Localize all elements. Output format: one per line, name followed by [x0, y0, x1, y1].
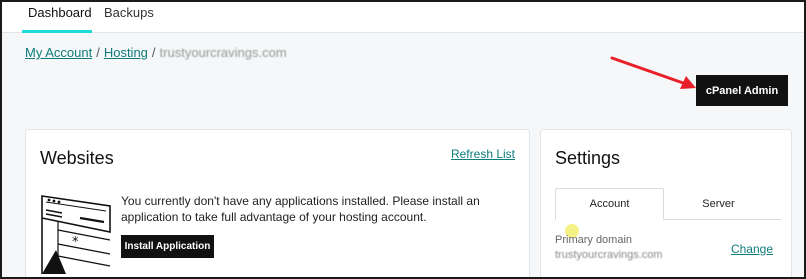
tab-account[interactable]: Account [555, 188, 664, 220]
empty-state-illustration: * [41, 195, 111, 274]
primary-domain-value: trustyourcravings.com [555, 249, 663, 261]
change-domain-link[interactable]: Change [731, 242, 773, 256]
refresh-list-link[interactable]: Refresh List [451, 147, 515, 161]
svg-text:*: * [72, 235, 79, 250]
breadcrumb-hosting[interactable]: Hosting [104, 45, 148, 60]
install-application-button[interactable]: Install Application [121, 235, 214, 258]
tab-server[interactable]: Server [664, 188, 773, 220]
breadcrumb: My Account / Hosting / trustyourcravings.com [25, 45, 287, 60]
breadcrumb-separator: / [151, 45, 156, 60]
tab-backups[interactable]: Backups [104, 4, 154, 22]
breadcrumb-my-account[interactable]: My Account [25, 45, 92, 60]
breadcrumb-current-domain: trustyourcravings.com [159, 45, 287, 60]
breadcrumb-separator: / [96, 45, 100, 60]
websites-title: Websites [40, 148, 114, 168]
primary-domain-label: Primary domain [555, 234, 633, 246]
settings-title: Settings [555, 148, 621, 168]
tab-dashboard[interactable]: Dashboard [28, 4, 92, 22]
websites-card: Websites Refresh List * You currently do… [25, 129, 530, 277]
settings-tabs: Account Server [555, 188, 781, 220]
cpanel-admin-button[interactable]: cPanel Admin [696, 75, 788, 106]
settings-card: Settings Account Server Primary domain t… [540, 129, 792, 277]
no-applications-message: You currently don't have any application… [121, 194, 480, 224]
active-tab-indicator [22, 30, 92, 33]
top-nav: Dashboard Backups [2, 2, 804, 33]
red-arrow-icon [610, 56, 696, 89]
app-window: Dashboard Backups My Account / Hosting / tru… [0, 0, 806, 279]
